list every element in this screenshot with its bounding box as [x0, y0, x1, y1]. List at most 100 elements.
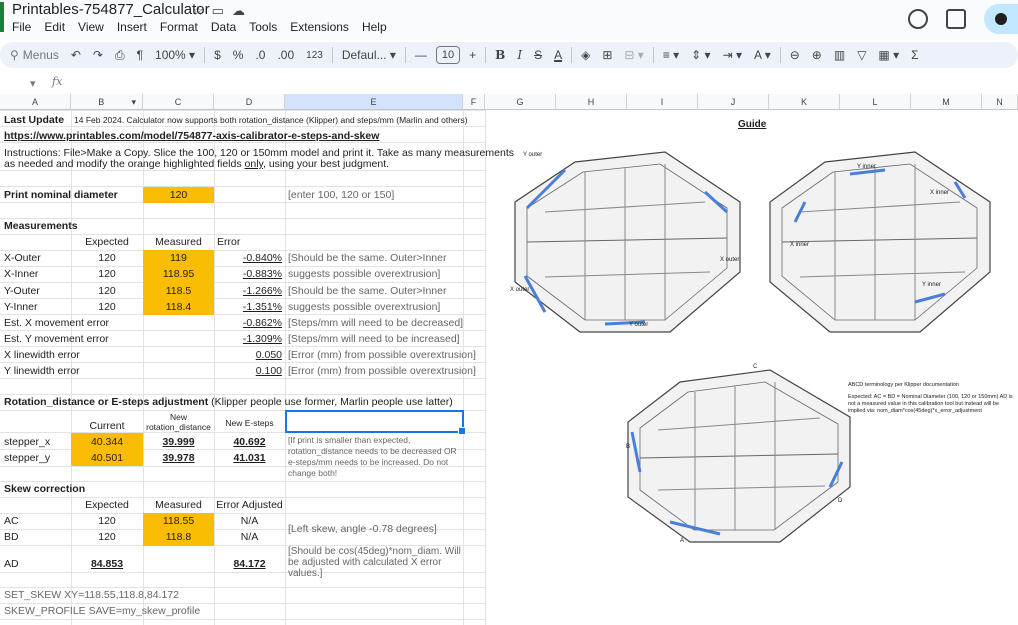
merge-cells-icon[interactable]: ⊟ ▾ — [618, 48, 649, 62]
bold-button[interactable]: B — [489, 48, 511, 62]
move-folder-icon[interactable]: ▭ — [212, 3, 232, 18]
menu-view[interactable]: View — [78, 20, 104, 34]
fill-color-icon[interactable]: ◈ — [575, 48, 596, 62]
search-menus[interactable]: ⚲ Menus — [0, 48, 65, 62]
measurement-error: -1.266% — [242, 284, 282, 297]
share-globe-button[interactable] — [984, 4, 1018, 34]
search-icon: ⚲ — [10, 48, 19, 62]
column-header-g[interactable]: G — [485, 94, 556, 110]
measurement-note: suggests possible overextrusion] — [288, 300, 441, 313]
row-gridline — [0, 619, 485, 620]
zoom-select[interactable]: 100% ▾ — [149, 48, 201, 62]
measurement-note: [Should be the same. Outer>Inner — [288, 284, 447, 297]
insert-link-icon[interactable]: ⊖ — [784, 48, 806, 62]
column-header-j[interactable]: J — [698, 94, 769, 110]
filter-icon[interactable]: ▽ — [851, 48, 872, 62]
measurement-measured[interactable]: 118.5 — [143, 283, 214, 299]
increase-decimal-button[interactable]: .00 — [271, 48, 300, 62]
italic-button[interactable]: I — [511, 48, 528, 62]
x-outer-label: X outer — [510, 287, 530, 293]
decrease-decimal-button[interactable]: .0 — [249, 48, 271, 62]
text-color-button[interactable]: A — [548, 48, 568, 62]
ac-measured[interactable]: 118.55 — [143, 513, 214, 529]
column-header-e[interactable]: E — [285, 94, 463, 110]
abcd-notes-body: Expected: AC = BD = Nominal Diameter (10… — [848, 394, 1013, 414]
print-icon[interactable]: ⎙ — [109, 48, 131, 63]
undo-icon[interactable]: ↶ — [65, 48, 87, 62]
menu-data[interactable]: Data — [211, 20, 236, 34]
text-wrap-icon[interactable]: ⇥ ▾ — [717, 48, 748, 62]
menu-format[interactable]: Format — [160, 20, 198, 34]
stepper-x-current[interactable]: 40.344 — [71, 434, 143, 450]
vertical-align-icon[interactable]: ⇕ ▾ — [685, 48, 716, 62]
column-header-n[interactable]: N — [982, 94, 1018, 110]
document-title[interactable]: Printables-754877_Calculator — [12, 1, 210, 18]
measurement-error: -0.840% — [242, 252, 282, 264]
history-icon[interactable] — [908, 9, 928, 29]
skew-error-header: Error Adjusted — [216, 499, 283, 511]
star-icon[interactable]: ☆ — [192, 3, 212, 18]
menu-help[interactable]: Help — [362, 20, 387, 34]
menu-bar: File Edit View Insert Format Data Tools … — [12, 20, 387, 34]
stepper-y-current[interactable]: 40.501 — [71, 450, 143, 466]
measurement-measured[interactable]: 119 — [143, 250, 214, 266]
font-select[interactable]: Defaul... ▾ — [336, 48, 402, 62]
error-header: Error — [217, 236, 241, 248]
print-nominal-input[interactable]: 120 — [143, 187, 214, 203]
name-box-dropdown-icon[interactable]: ▾ — [30, 77, 36, 90]
column-header-m[interactable]: M — [911, 94, 982, 110]
text-rotation-icon[interactable]: A ▾ — [748, 48, 777, 62]
strikethrough-button[interactable]: S — [528, 48, 548, 62]
stepper-y-new-rotation: 39.978 — [162, 452, 195, 464]
increase-font-size-button[interactable]: + — [463, 48, 482, 62]
menu-insert[interactable]: Insert — [117, 20, 147, 34]
font-size-input[interactable]: 10 — [435, 46, 461, 64]
printables-link[interactable]: https://www.printables.com/model/754877-… — [4, 128, 379, 144]
column-header-k[interactable]: K — [769, 94, 840, 110]
estimate-note: [Error (mm) from possible overextrusion] — [288, 365, 476, 377]
estimate-label: Est. Y movement error — [4, 333, 109, 345]
measurement-measured[interactable]: 118.95 — [143, 266, 214, 282]
column-header-l[interactable]: L — [840, 94, 911, 110]
column-header-d[interactable]: D — [214, 94, 285, 110]
comments-icon[interactable] — [946, 9, 966, 29]
sheets-logo[interactable] — [0, 2, 4, 32]
ac-expected: 120 — [98, 515, 116, 527]
redo-icon[interactable]: ↷ — [87, 48, 109, 62]
horizontal-align-icon[interactable]: ≡ ▾ — [657, 48, 685, 62]
menu-edit[interactable]: Edit — [44, 20, 65, 34]
functions-button[interactable]: Σ — [905, 48, 924, 62]
cloud-status-icon[interactable]: ☁ — [232, 3, 253, 18]
column-header-f[interactable]: F — [463, 94, 485, 110]
column-header-h[interactable]: H — [556, 94, 627, 110]
instructions-line-2: as needed and modify the orange highligh… — [4, 158, 390, 170]
globe-icon — [995, 13, 1007, 25]
borders-icon[interactable]: ⊞ — [596, 48, 618, 62]
selected-cell-e[interactable] — [285, 410, 466, 435]
skew-note-1: [Left skew, angle -0.78 degrees] — [288, 523, 437, 535]
measurement-label: X-Outer — [4, 252, 41, 264]
bd-measured[interactable]: 118.8 — [143, 529, 214, 545]
y-outer-label: Y outer — [629, 322, 649, 328]
percent-format-button[interactable]: % — [227, 48, 250, 62]
column-header-c[interactable]: C — [143, 94, 214, 110]
column-header-b[interactable]: B ▾ — [71, 94, 143, 110]
set-skew-command: SET_SKEW XY=118.55,118.8,84.172 — [4, 589, 180, 601]
number-format-button[interactable]: 123 — [300, 50, 329, 61]
insert-comment-icon[interactable]: ⊕ — [806, 48, 828, 62]
decrease-font-size-button[interactable]: — — [409, 48, 433, 62]
filter-views-icon[interactable]: ▦ ▾ — [872, 48, 905, 62]
column-header-i[interactable]: I — [627, 94, 698, 110]
stepper-note: [If print is smaller than expected, rota… — [288, 435, 457, 478]
filter-dropdown-icon[interactable]: ▾ — [131, 94, 136, 110]
measurement-note: suggests possible overextrusion] — [288, 268, 441, 281]
estimate-note: [Steps/mm will need to be decreased] — [288, 317, 464, 329]
column-header-a[interactable]: A — [0, 94, 71, 110]
measurement-measured[interactable]: 118.4 — [143, 299, 214, 315]
paint-format-icon[interactable]: ¶ — [131, 48, 149, 62]
menu-file[interactable]: File — [12, 20, 31, 34]
insert-chart-icon[interactable]: ▥ — [828, 48, 851, 62]
menu-extensions[interactable]: Extensions — [290, 20, 349, 34]
menu-tools[interactable]: Tools — [249, 20, 277, 34]
currency-format-button[interactable]: $ — [208, 48, 227, 62]
